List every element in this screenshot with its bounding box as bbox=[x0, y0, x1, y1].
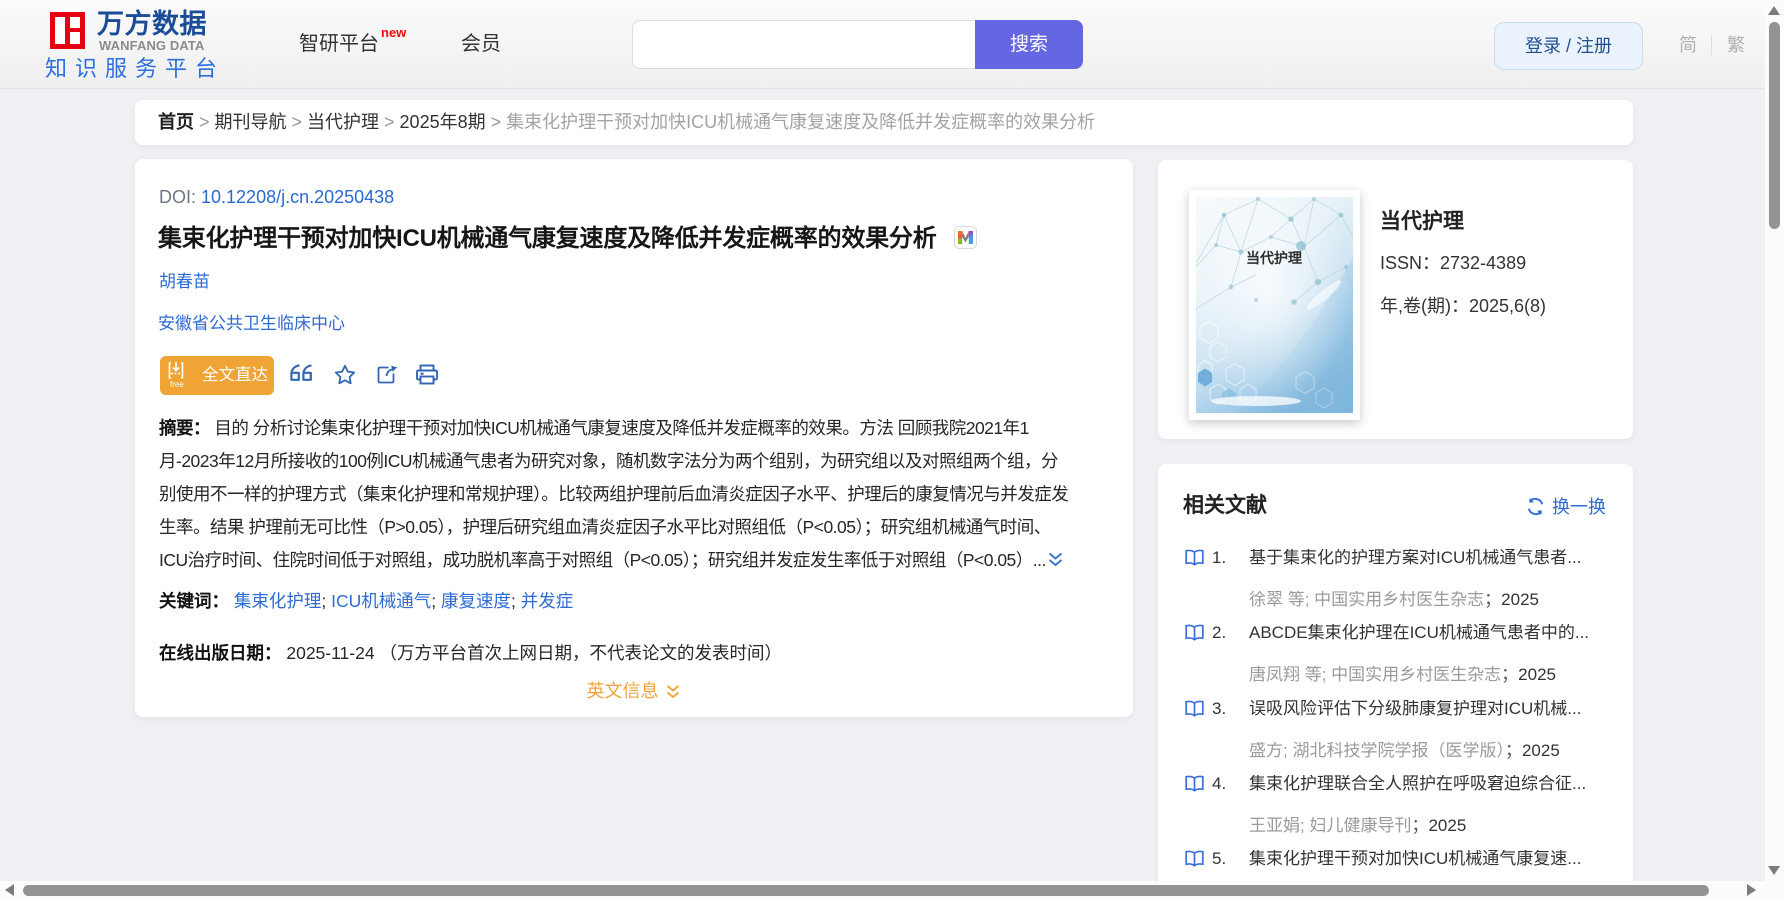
svg-text:当代护理: 当代护理 bbox=[1246, 250, 1302, 266]
svg-text:free: free bbox=[170, 380, 184, 389]
